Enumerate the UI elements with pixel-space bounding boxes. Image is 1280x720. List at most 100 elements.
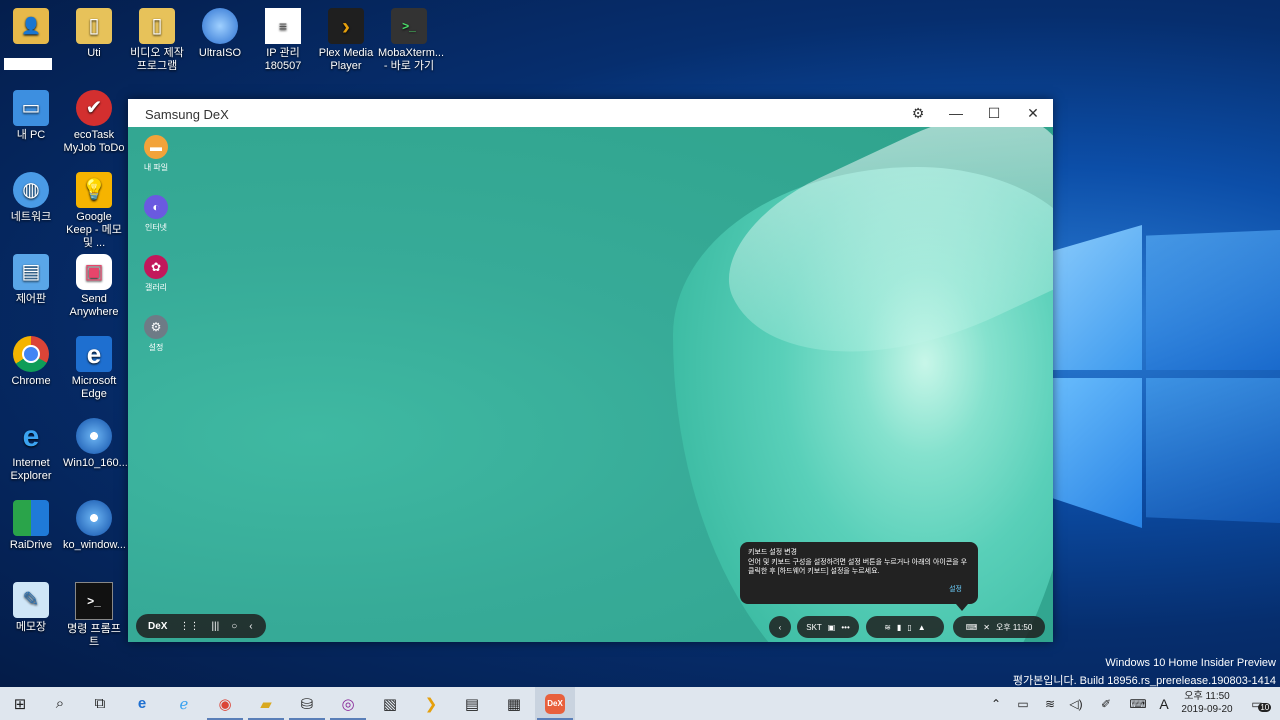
notification-icon: ▭ 10 [1251,696,1272,712]
status-area[interactable]: ≋ ▮ ▯ ▲ [866,616,944,638]
desktop-icon-user-folder[interactable]: 👤 [0,8,62,70]
battery-tray[interactable]: ▭ [1011,687,1035,720]
taskbar-internet-explorer[interactable]: ℯ [164,687,204,720]
wallpaper-beam [1052,225,1142,370]
dex-app-my-files[interactable]: ▬ 내 파일 [140,135,172,173]
desktop-icon-google-keep[interactable]: 💡 Google Keep - 메모 및 ... [63,172,125,250]
speaker-icon: ◁) [1069,696,1083,711]
keyboard-icon: ⌨ [1129,696,1147,711]
desktop-icon-label: Internet Explorer [10,457,52,482]
taskbar-photos[interactable]: ▤ [452,687,492,720]
desktop-icon-label: Chrome [11,375,51,387]
desktop-icon-label: ko_window... [63,539,126,551]
action-center-button[interactable]: ▭ 10 [1242,687,1272,720]
notification-area[interactable]: SKT ▣ ••• [797,616,859,638]
tooltip-settings-link[interactable]: 설정 [949,585,962,594]
notepad-icon: ▧ [382,695,398,713]
desktop-icon-win10-iso[interactable]: Win10_160... [63,418,128,470]
back-icon[interactable]: ‹ [249,621,252,632]
raidrive-icon [13,500,49,536]
dex-app-settings[interactable]: ⚙ 설정 [140,315,172,353]
taskbar-store[interactable]: ⛁ [287,687,327,720]
close-icon: ✕ [1027,104,1039,121]
gear-icon: ⚙ [144,315,168,339]
network-tray[interactable]: ≋ [1038,687,1062,720]
desktop-icon-network[interactable]: ◍ 네트워크 [0,172,62,224]
desktop-icon-label: IP 관리 180507 [264,47,302,72]
desktop-icon-ecotask[interactable]: ✔ ecoTask MyJob ToDo [63,90,125,155]
settings-gear-button[interactable]: ⚙ [899,99,937,127]
desktop-icon-control-panel[interactable]: ▤ 제어판 [0,254,62,306]
desktop-icon-label: 비디오 제작 프로그램 [130,47,184,72]
folder-icon: ▯ [139,8,175,44]
recent-apps-icon[interactable]: ||| [211,621,219,632]
collapse-button[interactable]: ‹ [769,616,791,638]
dex-button[interactable]: DeX [148,621,167,632]
keyboard-tray[interactable]: ⌨ [1124,687,1152,720]
apps-grid-icon[interactable]: ⋮⋮ [179,621,199,632]
dex-app-gallery[interactable]: ✿ 갤러리 [140,255,172,293]
desktop-icon-internet-explorer[interactable]: e Internet Explorer [0,418,62,483]
taskbar-notepad[interactable]: ▧ [370,687,410,720]
mobaxterm-icon: >_ [391,8,427,44]
window-titlebar[interactable]: Samsung DeX ⚙ — ☐ ✕ [128,99,1053,127]
windows-logo-icon: ⊞ [13,695,27,713]
internet-explorer-icon: e [22,419,40,453]
windows-taskbar: ⊞ ⌕ ⧉ e ℯ ◉ ▰ ⛁ ◎ ▧ ❯ ▤ ▦ DeX ⌃ ▭ ≋ ◁) ✐… [0,687,1280,720]
clock-area[interactable]: ⌨ ✕ 오후 11:50 [953,616,1045,638]
gear-icon: ⚙ [911,104,925,121]
lightbulb-icon: 💡 [76,172,112,208]
taskbar-media[interactable]: ◎ [328,687,368,720]
dex-app-internet[interactable]: ◐ 인터넷 [140,195,172,233]
desktop-icon-raidrive[interactable]: RaiDrive [0,500,62,552]
desktop-icon-video-tools[interactable]: ▯ 비디오 제작 프로그램 [126,8,188,73]
desktop-icon-label: 네트워크 [10,211,52,223]
minimize-button[interactable]: — [937,99,975,127]
search-button[interactable]: ⌕ [40,687,80,720]
taskbar-chrome[interactable]: ◉ [205,687,245,720]
home-icon[interactable]: ○ [231,621,237,632]
desktop-icon-uti[interactable]: ▯ Uti [63,8,125,60]
tooltip-title: 키보드 설정 변경 [748,549,797,556]
samsung-dex-window[interactable]: Samsung DeX ⚙ — ☐ ✕ ▬ 내 파일 ◐ 인터넷 ✿ 갤러리 ⚙… [128,99,1053,642]
wifi-icon: ≋ [1044,696,1056,711]
desktop-icon-ip-file[interactable]: ≡ IP 관리 180507 [252,8,314,73]
start-button[interactable]: ⊞ [0,687,40,720]
close-button[interactable]: ✕ [1014,99,1052,127]
taskbar-edge[interactable]: e [122,687,162,720]
wallpaper-beam [1146,230,1280,370]
watermark-line2: 평가본입니다. Build 18956.rs_prerelease.190803… [1012,675,1276,687]
user-folder-icon: 👤 [13,8,49,44]
desktop-icon-ko-windows-iso[interactable]: ko_window... [63,500,126,552]
ime-indicator[interactable]: A [1155,687,1173,720]
desktop-icon-ultraiso[interactable]: UltraISO [189,8,251,60]
desktop-icon-label: Google Keep - 메모 및 ... [66,211,122,249]
dex-navigation-bar: DeX ⋮⋮ ||| ○ ‹ [136,614,266,638]
taskbar-samsung-dex[interactable]: DeX [535,687,575,720]
dex-screen[interactable]: ▬ 내 파일 ◐ 인터넷 ✿ 갤러리 ⚙ 설정 키보드 설정 변경 언어 및 키… [128,127,1053,642]
control-panel-icon: ▤ [13,254,49,290]
pen-tray[interactable]: ✐ [1094,687,1118,720]
desktop-icon-cmd[interactable]: >_ 명령 프롬프트 [63,582,125,649]
volume-tray[interactable]: ◁) [1064,687,1088,720]
folder-icon: ▰ [260,695,272,713]
taskbar-calculator[interactable]: ▦ [494,687,534,720]
desktop-icon-chrome[interactable]: Chrome [0,336,62,388]
desktop-icon-plex[interactable]: › Plex Media Player [315,8,377,73]
keyboard-settings-tooltip: 키보드 설정 변경 언어 및 키보드 구성을 설정하려면 설정 버튼을 누르거나… [740,542,978,611]
desktop-icon-label: 명령 프롬프트 [67,623,121,648]
desktop-icon-send-anywhere[interactable]: ▣ Send Anywhere [63,254,125,319]
maximize-button[interactable]: ☐ [975,99,1013,127]
task-view-button[interactable]: ⧉ [80,687,120,720]
plex-icon: › [328,8,364,44]
desktop-icon-mobaxterm[interactable]: >_ MobaXterm... - 바로 가기 [378,8,444,73]
show-hidden-icons[interactable]: ⌃ [986,687,1006,720]
desktop-icon-edge[interactable]: e Microsoft Edge [63,336,125,401]
desktop-icon-this-pc[interactable]: ▭ 내 PC [0,90,62,142]
taskbar-file-explorer[interactable]: ▰ [246,687,286,720]
taskbar-plex[interactable]: ❯ [411,687,451,720]
window-title: Samsung DeX [145,107,229,122]
desktop-icon-label: UltraISO [198,47,242,59]
desktop-icon-notepad[interactable]: ✎ 메모장 [0,582,62,634]
taskbar-clock[interactable]: 오후 11:50 2019-09-20 [1172,690,1242,716]
